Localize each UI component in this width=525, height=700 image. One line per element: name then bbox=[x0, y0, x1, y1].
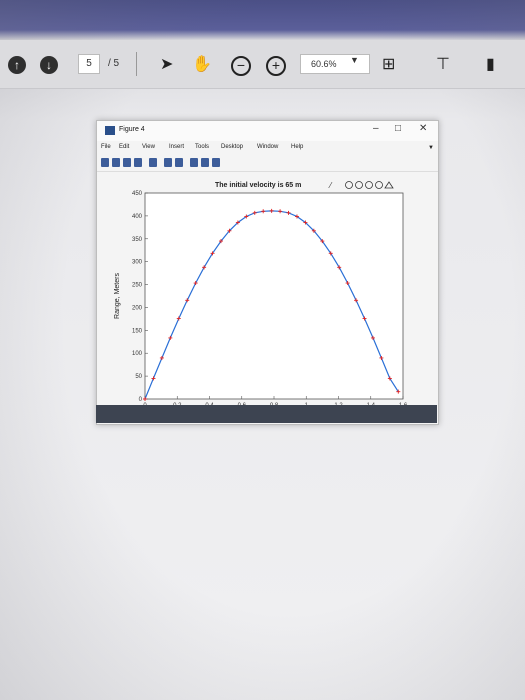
y-tick-label: 350 bbox=[132, 237, 143, 243]
toolbar-separator bbox=[136, 52, 137, 76]
page-number-input[interactable]: 5 bbox=[78, 54, 100, 74]
next-page-icon[interactable]: ↓ bbox=[40, 56, 58, 74]
pin-icon[interactable]: ⊤ bbox=[436, 54, 450, 74]
zoom-out-icon[interactable]: − bbox=[231, 56, 251, 76]
y-tick-label: 150 bbox=[132, 328, 143, 334]
prev-page-icon[interactable]: ↑ bbox=[8, 56, 26, 74]
home-icon[interactable] bbox=[384, 181, 394, 189]
y-tick-label: 400 bbox=[132, 214, 143, 220]
zoom-in-plot-icon[interactable] bbox=[365, 181, 373, 189]
y-tick-label: 0 bbox=[139, 397, 143, 403]
zoom-in-icon[interactable]: + bbox=[266, 56, 286, 76]
select-cursor-icon[interactable]: ➤ bbox=[160, 54, 173, 74]
zoom-dropdown-icon[interactable]: ▼ bbox=[350, 55, 359, 65]
y-tick-label: 450 bbox=[132, 191, 143, 197]
fit-page-icon[interactable]: ⊞ bbox=[382, 54, 395, 74]
y-tick-label: 300 bbox=[132, 260, 143, 266]
y-axis-label: Range, Meters bbox=[114, 273, 121, 319]
figure-window: Figure 4 – □ ✕ File Edit View Insert Too… bbox=[96, 120, 439, 425]
y-tick-label: 100 bbox=[132, 351, 143, 357]
y-tick-label: 50 bbox=[135, 374, 142, 380]
page-total: / 5 bbox=[108, 58, 120, 69]
reader-toolbar: ↑ ↓ 5 / 5 ➤ ✋ − + 60.6% ▼ ⊞ ⊤ ▮ bbox=[0, 40, 525, 89]
figure-bottom-strip bbox=[96, 405, 437, 423]
plot-title: The initial velocity is 65 m bbox=[215, 182, 301, 189]
range-plot: 050100150200250300350400450 00.20.40.60.… bbox=[114, 181, 408, 409]
y-tick-label: 250 bbox=[132, 283, 143, 289]
zoom-out-plot-icon[interactable] bbox=[375, 181, 383, 189]
data-tips-icon[interactable] bbox=[345, 181, 353, 189]
brush-icon[interactable]: ⁄ bbox=[328, 181, 333, 190]
rotate-icon[interactable] bbox=[355, 181, 363, 189]
axes-toolbar: ⁄ bbox=[328, 181, 394, 190]
zoom-level-field[interactable]: 60.6% bbox=[300, 54, 370, 74]
comment-icon[interactable]: ▮ bbox=[486, 54, 495, 74]
y-tick-label: 200 bbox=[132, 305, 143, 311]
axes-background bbox=[144, 192, 404, 400]
hand-tool-icon[interactable]: ✋ bbox=[192, 54, 212, 74]
